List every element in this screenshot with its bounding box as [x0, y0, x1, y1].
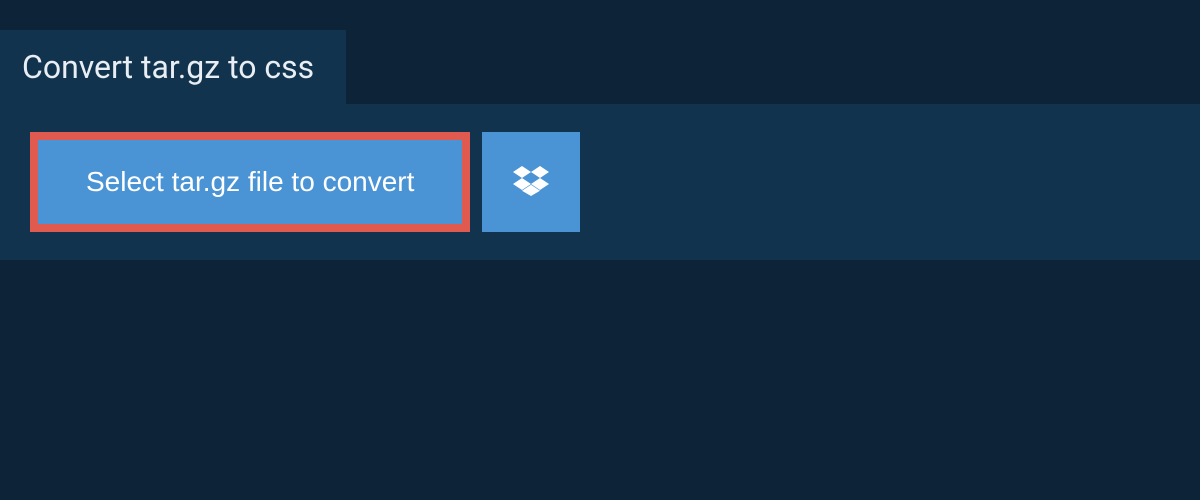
- page-title: Convert tar.gz to css: [22, 48, 314, 86]
- select-file-button[interactable]: Select tar.gz file to convert: [30, 132, 470, 232]
- dropbox-icon: [513, 163, 549, 202]
- header-tab: Convert tar.gz to css: [0, 30, 346, 104]
- button-row: Select tar.gz file to convert: [30, 132, 1170, 232]
- main-panel: Select tar.gz file to convert: [0, 104, 1200, 260]
- select-file-label: Select tar.gz file to convert: [86, 166, 414, 198]
- dropbox-button[interactable]: [482, 132, 580, 232]
